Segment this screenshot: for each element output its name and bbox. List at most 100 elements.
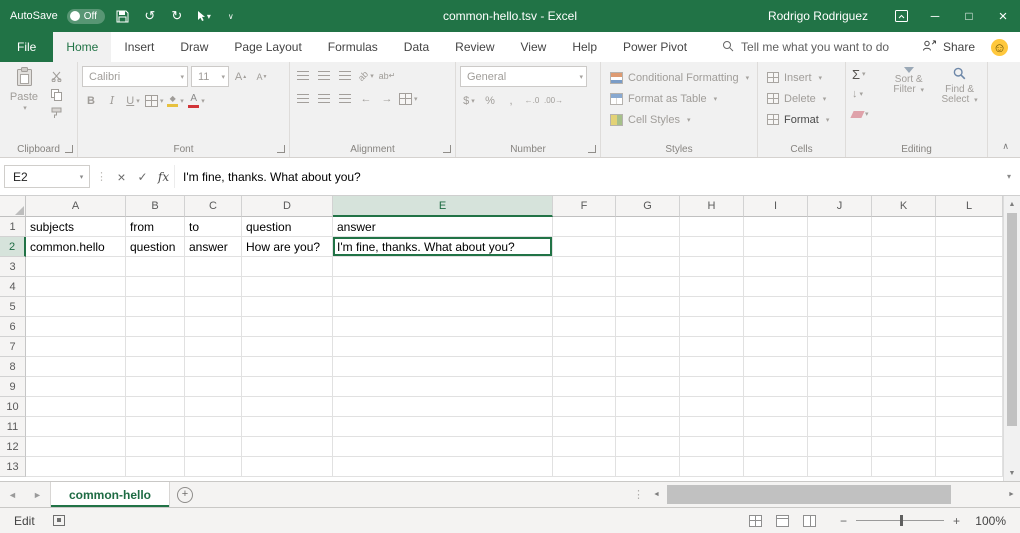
column-header-B[interactable]: B xyxy=(126,196,185,217)
cell-E7[interactable] xyxy=(333,337,553,357)
cell-I11[interactable] xyxy=(744,417,808,437)
select-all-button[interactable] xyxy=(0,196,26,217)
customize-qat-icon[interactable]: ∨ xyxy=(222,0,240,32)
cell-G2[interactable] xyxy=(616,237,680,257)
cell-B5[interactable] xyxy=(126,297,185,317)
cell-E10[interactable] xyxy=(333,397,553,417)
expand-formula-bar-icon[interactable]: ▾ xyxy=(1000,172,1018,181)
sort-filter-button[interactable]: Sort & Filter ▾ xyxy=(885,65,932,123)
cell-I9[interactable] xyxy=(744,377,808,397)
horizontal-scrollbar[interactable]: ◄ ► xyxy=(648,482,1020,507)
cell-F8[interactable] xyxy=(553,357,616,377)
cell-B4[interactable] xyxy=(126,277,185,297)
cell-L4[interactable] xyxy=(936,277,1003,297)
align-right-button[interactable] xyxy=(336,89,354,108)
cell-E13[interactable] xyxy=(333,457,553,477)
column-header-D[interactable]: D xyxy=(242,196,333,217)
cell-A12[interactable] xyxy=(26,437,126,457)
cell-G3[interactable] xyxy=(616,257,680,277)
accounting-format-button[interactable]: $▾ xyxy=(460,91,478,110)
insert-function-button[interactable]: fx xyxy=(153,166,174,188)
ribbon-display-options-icon[interactable] xyxy=(884,0,918,32)
cell-K3[interactable] xyxy=(872,257,936,277)
cell-A8[interactable] xyxy=(26,357,126,377)
cell-K9[interactable] xyxy=(872,377,936,397)
cell-I13[interactable] xyxy=(744,457,808,477)
cell-L11[interactable] xyxy=(936,417,1003,437)
cell-K8[interactable] xyxy=(872,357,936,377)
tab-page-layout[interactable]: Page Layout xyxy=(221,32,314,62)
sheet-tab-common-hello[interactable]: common-hello xyxy=(50,482,170,507)
column-header-L[interactable]: L xyxy=(936,196,1003,217)
row-header-9[interactable]: 9 xyxy=(0,377,26,397)
collapse-ribbon-button[interactable]: ∧ xyxy=(1002,141,1009,152)
number-dialog-launcher[interactable] xyxy=(588,145,596,153)
cell-G1[interactable] xyxy=(616,217,680,237)
decrease-decimal-button[interactable]: .00→ xyxy=(544,91,563,110)
cell-A6[interactable] xyxy=(26,317,126,337)
cell-E6[interactable] xyxy=(333,317,553,337)
cell-K5[interactable] xyxy=(872,297,936,317)
autosum-button[interactable]: Σ▾ xyxy=(850,65,881,83)
increase-indent-button[interactable]: → xyxy=(378,89,396,108)
cell-K13[interactable] xyxy=(872,457,936,477)
cell-C11[interactable] xyxy=(185,417,242,437)
format-as-table-button[interactable]: Format as Table ▾ xyxy=(605,88,753,109)
enter-entry-button[interactable]: ✓ xyxy=(132,166,153,188)
tab-draw[interactable]: Draw xyxy=(167,32,221,62)
page-break-view-button[interactable] xyxy=(803,515,816,527)
row-header-11[interactable]: 11 xyxy=(0,417,26,437)
column-header-K[interactable]: K xyxy=(872,196,936,217)
cell-G13[interactable] xyxy=(616,457,680,477)
cell-D5[interactable] xyxy=(242,297,333,317)
cell-F9[interactable] xyxy=(553,377,616,397)
row-header-5[interactable]: 5 xyxy=(0,297,26,317)
cell-F3[interactable] xyxy=(553,257,616,277)
row-header-10[interactable]: 10 xyxy=(0,397,26,417)
tab-file[interactable]: File xyxy=(0,32,53,62)
vertical-scrollbar[interactable]: ▲ ▼ xyxy=(1003,196,1020,481)
cell-K1[interactable] xyxy=(872,217,936,237)
alignment-dialog-launcher[interactable] xyxy=(443,145,451,153)
page-layout-view-button[interactable] xyxy=(776,515,789,527)
cell-D8[interactable] xyxy=(242,357,333,377)
cell-F10[interactable] xyxy=(553,397,616,417)
cell-G10[interactable] xyxy=(616,397,680,417)
row-header-8[interactable]: 8 xyxy=(0,357,26,377)
cell-F7[interactable] xyxy=(553,337,616,357)
cell-J5[interactable] xyxy=(808,297,872,317)
comma-style-button[interactable]: , xyxy=(502,91,520,110)
row-header-6[interactable]: 6 xyxy=(0,317,26,337)
row-header-12[interactable]: 12 xyxy=(0,437,26,457)
cell-F13[interactable] xyxy=(553,457,616,477)
cell-D9[interactable] xyxy=(242,377,333,397)
increase-decimal-button[interactable]: ←.0 xyxy=(523,91,541,110)
cell-A1[interactable]: subjects xyxy=(26,217,126,237)
cell-B1[interactable]: from xyxy=(126,217,185,237)
cell-G6[interactable] xyxy=(616,317,680,337)
row-header-2[interactable]: 2 xyxy=(0,237,26,257)
cell-G11[interactable] xyxy=(616,417,680,437)
cell-L13[interactable] xyxy=(936,457,1003,477)
cell-J13[interactable] xyxy=(808,457,872,477)
undo-icon[interactable]: ↺ xyxy=(141,0,159,32)
cell-E8[interactable] xyxy=(333,357,553,377)
cell-D13[interactable] xyxy=(242,457,333,477)
cell-C5[interactable] xyxy=(185,297,242,317)
cell-F1[interactable] xyxy=(553,217,616,237)
cell-H9[interactable] xyxy=(680,377,744,397)
cell-C6[interactable] xyxy=(185,317,242,337)
cell-I7[interactable] xyxy=(744,337,808,357)
normal-view-button[interactable] xyxy=(749,515,762,527)
redo-icon[interactable]: ↻ xyxy=(168,0,186,32)
cell-G7[interactable] xyxy=(616,337,680,357)
row-header-4[interactable]: 4 xyxy=(0,277,26,297)
cell-C4[interactable] xyxy=(185,277,242,297)
orientation-button[interactable]: ab▾ xyxy=(357,66,375,85)
cell-J1[interactable] xyxy=(808,217,872,237)
conditional-formatting-button[interactable]: Conditional Formatting ▾ xyxy=(605,67,753,88)
cell-I2[interactable] xyxy=(744,237,808,257)
touch-mode-icon[interactable]: ▾ xyxy=(195,0,213,32)
cell-H1[interactable] xyxy=(680,217,744,237)
column-header-A[interactable]: A xyxy=(26,196,126,217)
